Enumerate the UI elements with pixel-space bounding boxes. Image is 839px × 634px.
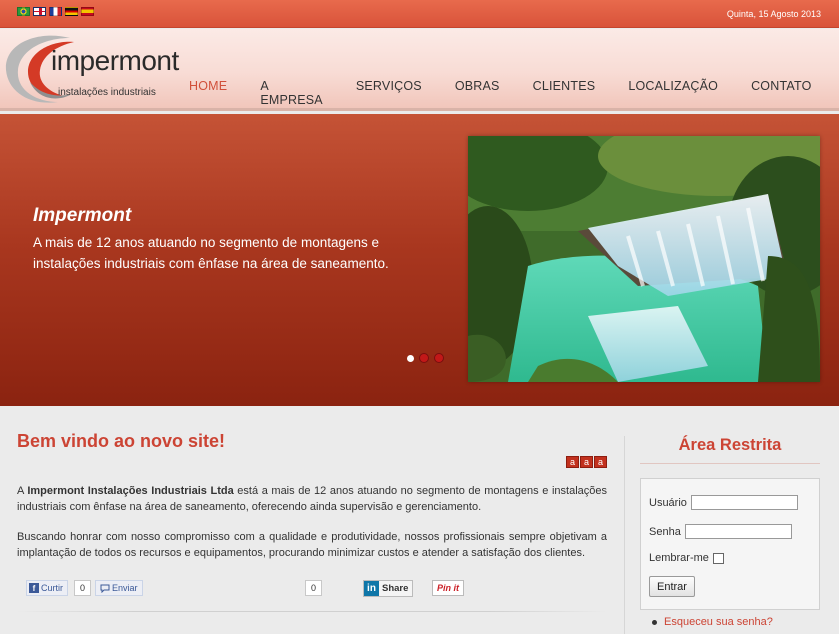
nav-obras[interactable]: OBRAS	[455, 79, 500, 107]
password-row: Senha	[649, 524, 792, 539]
nav-contato[interactable]: CONTATO	[751, 79, 811, 107]
france-flag-icon[interactable]	[49, 7, 62, 16]
password-label: Senha	[649, 525, 681, 538]
page-title: Bem vindo ao novo site!	[17, 431, 226, 451]
logo[interactable]: impermont instalações industriais	[0, 32, 179, 110]
like-count: 0	[74, 580, 91, 596]
language-flags	[17, 7, 94, 16]
font-increase-button[interactable]: a	[594, 456, 607, 468]
like-label: Curtir	[41, 583, 63, 593]
login-button[interactable]: Entrar	[649, 576, 695, 597]
share-label: Share	[382, 583, 409, 594]
username-row: Usuário	[649, 495, 798, 510]
nav-clientes[interactable]: CLIENTES	[533, 79, 596, 107]
nav-servicos[interactable]: SERVIÇOS	[356, 79, 422, 107]
remember-row: Lembrar-me	[649, 552, 724, 564]
password-input[interactable]	[684, 524, 792, 539]
top-bar: Quinta, 15 Agosto 2013	[0, 0, 839, 28]
divider	[17, 611, 607, 612]
linkedin-share-button[interactable]: in Share	[363, 580, 414, 597]
slider-dots	[407, 353, 444, 363]
main-nav: HOME A EMPRESA SERVIÇOS OBRAS CLIENTES L…	[189, 79, 839, 107]
slider-dot-3[interactable]	[434, 353, 444, 363]
site-header: impermont instalações industriais HOME A…	[0, 29, 839, 111]
main-content: Bem vindo ao novo site! a a a A Impermon…	[0, 406, 839, 634]
logo-name: impermont	[51, 45, 179, 76]
intro-prefix: A	[17, 485, 28, 497]
facebook-icon: f	[29, 583, 39, 593]
username-label: Usuário	[649, 496, 687, 509]
hero-text: A mais de 12 anos atuando no segmento de…	[33, 235, 389, 271]
forgot-password-link[interactable]: Esqueceu sua senha?	[652, 616, 773, 628]
spain-flag-icon[interactable]	[81, 7, 94, 16]
facebook-like-button[interactable]: f Curtir	[26, 580, 68, 596]
brazil-flag-icon[interactable]	[17, 7, 30, 16]
nav-a-empresa[interactable]: A EMPRESA	[260, 79, 323, 107]
current-date: Quinta, 15 Agosto 2013	[726, 9, 821, 19]
font-decrease-button[interactable]: a	[566, 456, 579, 468]
bullet-icon	[652, 619, 657, 625]
remember-label: Lembrar-me	[649, 552, 709, 564]
font-size-controls: a a a	[566, 456, 607, 468]
nav-home[interactable]: HOME	[189, 79, 227, 107]
uk-flag-icon[interactable]	[33, 7, 46, 16]
commitment-paragraph: Buscando honrar com nosso compromisso co…	[17, 531, 607, 559]
login-form: Usuário Senha Lembrar-me Entrar	[640, 478, 820, 610]
company-name: Impermont Instalações Industriais Ltda	[27, 485, 234, 497]
sidebar-separator	[624, 436, 625, 634]
tweet-count: 0	[305, 580, 322, 596]
restricted-area-title: Área Restrita	[678, 436, 782, 454]
germany-flag-icon[interactable]	[65, 7, 78, 16]
facebook-send-button[interactable]: Enviar	[95, 580, 143, 596]
nav-localizacao[interactable]: LOCALIZAÇÃO	[628, 79, 718, 107]
slider-dot-1[interactable]	[407, 355, 414, 362]
remember-checkbox[interactable]	[712, 552, 724, 564]
social-buttons: f Curtir 0 Enviar 0 in Share Pin it	[26, 580, 466, 597]
pinterest-button[interactable]: Pin it	[432, 580, 464, 596]
hero-title: Impermont	[33, 205, 132, 226]
slider-dot-2[interactable]	[419, 353, 429, 363]
logo-subtitle: instalações industriais	[58, 87, 156, 98]
title-underline	[640, 463, 820, 464]
hero-slider: Impermont A mais de 12 anos atuando no s…	[0, 114, 839, 406]
forgot-label: Esqueceu sua senha?	[664, 616, 773, 628]
speech-bubble-icon	[100, 584, 110, 593]
waterfall-image	[468, 136, 820, 382]
intro-paragraph: A Impermont Instalações Industriais Ltda…	[17, 484, 607, 515]
linkedin-icon: in	[364, 581, 379, 596]
font-reset-button[interactable]: a	[580, 456, 593, 468]
send-label: Enviar	[112, 583, 138, 593]
username-input[interactable]	[690, 495, 798, 510]
